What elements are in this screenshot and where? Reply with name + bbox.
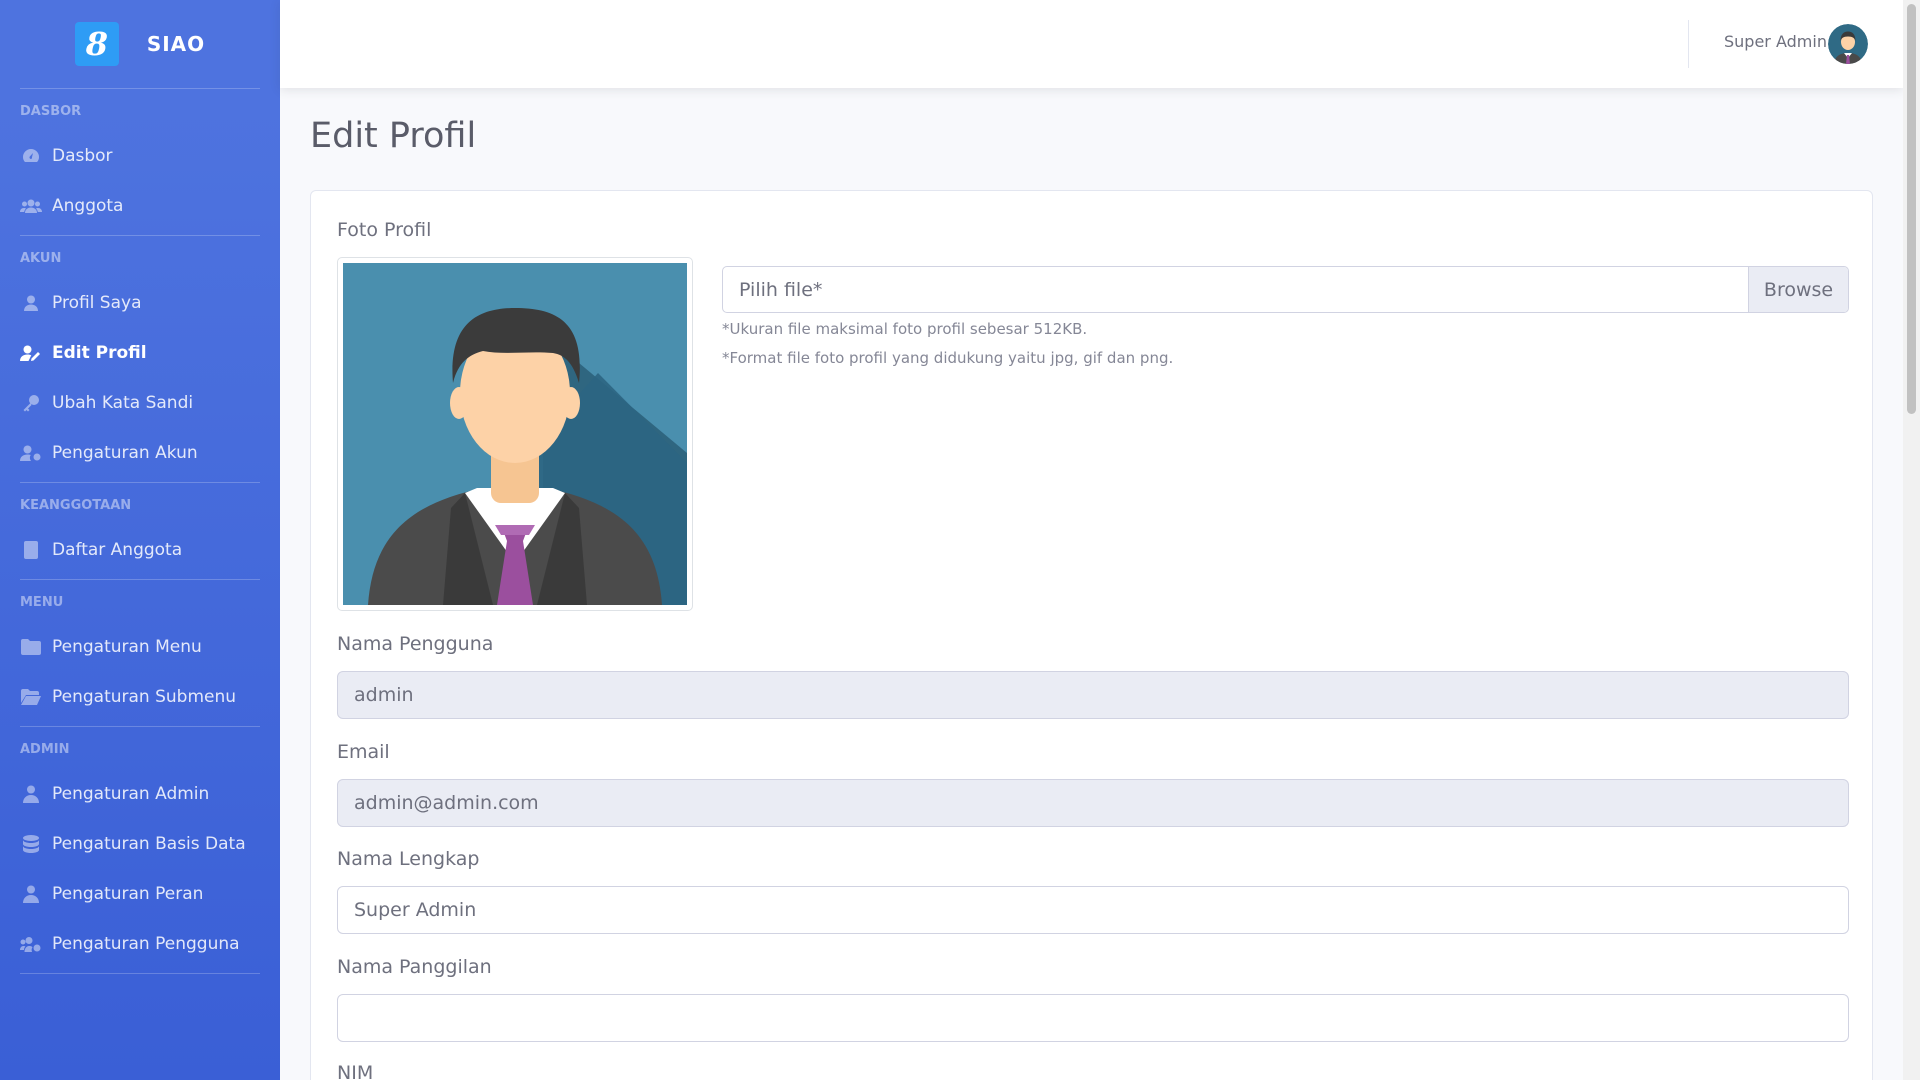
user-name[interactable]: Super Admin [1724, 32, 1827, 51]
sidebar-item-pengaturan-submenu[interactable]: Pengaturan Submenu [0, 672, 280, 722]
sidebar-item-label: Pengaturan Menu [52, 637, 202, 657]
database-icon [20, 835, 42, 853]
fullname-field[interactable]: Super Admin [337, 886, 1849, 934]
sidebar-item-pengaturan-admin[interactable]: Pengaturan Admin [0, 769, 280, 819]
sidebar-item-dasbor[interactable]: Dasbor [0, 131, 280, 181]
browse-button[interactable]: Browse [1748, 267, 1848, 312]
sidebar-item-label: Profil Saya [52, 293, 142, 313]
profile-avatar-image [343, 263, 687, 605]
sidebar-heading-admin: ADMIN [20, 742, 70, 757]
sidebar-item-pengaturan-peran[interactable]: Pengaturan Peran [0, 869, 280, 919]
sidebar-item-profil-saya[interactable]: Profil Saya [0, 278, 280, 328]
file-input-placeholder[interactable]: Pilih file* [723, 267, 1748, 312]
scrollbar-thumb[interactable] [1907, 4, 1916, 414]
sidebar-item-ubah-kata-sandi[interactable]: Ubah Kata Sandi [0, 378, 280, 428]
username-field: admin [337, 671, 1849, 719]
sidebar-heading-akun: AKUN [20, 251, 62, 266]
sidebar-item-pengaturan-menu[interactable]: Pengaturan Menu [0, 622, 280, 672]
brand-logo: 8 [74, 22, 119, 66]
folder-icon [20, 638, 42, 656]
avatar[interactable] [1828, 24, 1868, 64]
user-edit-icon [20, 344, 42, 362]
nickname-label: Nama Panggilan [337, 956, 492, 978]
nim-label: NIM [337, 1062, 374, 1080]
sidebar-item-label: Daftar Anggota [52, 540, 183, 560]
username-label: Nama Pengguna [337, 633, 494, 655]
sidebar-heading-keanggotaan: KEANGGOTAAN [20, 498, 132, 513]
sidebar-item-label: Edit Profil [52, 343, 147, 363]
folder-open-icon [20, 688, 42, 706]
sidebar-item-anggota[interactable]: Anggota [0, 181, 280, 231]
user-tie-icon [20, 785, 42, 803]
email-field: admin@admin.com [337, 779, 1849, 827]
sidebar-divider [20, 973, 260, 974]
sidebar-heading-dasbor: DASBOR [20, 104, 82, 119]
sidebar-item-label: Ubah Kata Sandi [52, 393, 194, 413]
sidebar-item-label: Pengaturan Admin [52, 784, 210, 804]
user-tag-icon [20, 885, 42, 903]
sidebar-heading-menu: MENU [20, 595, 64, 610]
topbar-divider [1688, 20, 1689, 68]
brand-name: SIAO [146, 32, 206, 56]
sidebar-item-pengaturan-basis-data[interactable]: Pengaturan Basis Data [0, 819, 280, 869]
key-icon [20, 394, 42, 412]
page-scrollbar[interactable] [1903, 0, 1920, 1080]
profile-photo-file-input[interactable]: Pilih file* Browse [722, 266, 1849, 313]
sidebar: 8 SIAO DASBOR Dasbor Anggota AKUN Profil… [0, 0, 280, 1080]
photo-label: Foto Profil [337, 219, 432, 241]
sidebar-item-label: Pengaturan Pengguna [52, 934, 240, 954]
tachometer-icon [20, 147, 42, 165]
profile-photo [337, 257, 693, 611]
nickname-field[interactable] [337, 994, 1849, 1042]
sidebar-item-label: Anggota [52, 196, 124, 216]
users-icon [20, 197, 42, 215]
sidebar-item-edit-profil[interactable]: Edit Profil [0, 328, 280, 378]
sidebar-item-label: Pengaturan Basis Data [52, 834, 246, 854]
sidebar-item-label: Pengaturan Submenu [52, 687, 237, 707]
sidebar-item-label: Pengaturan Peran [52, 884, 204, 904]
users-cog-icon [20, 935, 42, 953]
address-book-icon [20, 541, 42, 559]
sidebar-item-daftar-anggota[interactable]: Daftar Anggota [0, 525, 280, 575]
help-text-size: *Ukuran file maksimal foto profil sebesa… [722, 320, 1088, 338]
sidebar-item-label: Dasbor [52, 146, 113, 166]
email-label: Email [337, 741, 390, 763]
sidebar-item-label: Pengaturan Akun [52, 443, 198, 463]
user-icon [20, 294, 42, 312]
sidebar-item-pengaturan-pengguna[interactable]: Pengaturan Pengguna [0, 919, 280, 969]
user-cog-icon [20, 444, 42, 462]
page-title: Edit Profil [310, 116, 477, 156]
help-text-format: *Format file foto profil yang didukung y… [722, 349, 1174, 367]
topbar: Super Admin [280, 0, 1903, 88]
sidebar-item-pengaturan-akun[interactable]: Pengaturan Akun [0, 428, 280, 478]
brand[interactable]: 8 SIAO [0, 0, 280, 88]
edit-profile-card: Foto Profil Pilih file* Browse *Ukuran f… [310, 190, 1873, 1080]
fullname-label: Nama Lengkap [337, 848, 480, 870]
